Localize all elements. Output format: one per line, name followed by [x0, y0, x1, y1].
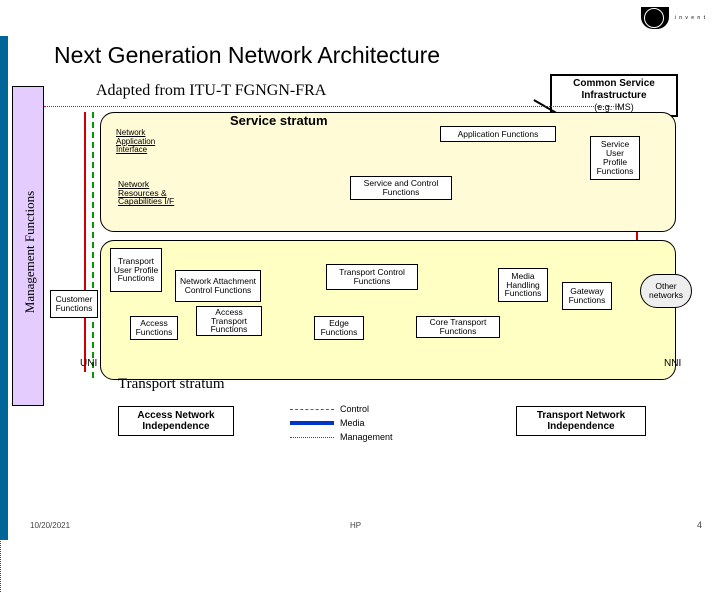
nai-rest: Application Interface [116, 137, 155, 154]
transport-network-independence-box: Transport Network Independence [516, 406, 646, 436]
legend-mgmt-label: Management [340, 432, 393, 442]
edge-functions-box: Edge Functions [314, 316, 364, 340]
left-accent-bar [0, 36, 8, 540]
service-control-functions-box: Service and Control Functions [350, 176, 452, 200]
network-application-interface-box: NetworkApplication Interface [114, 124, 170, 160]
mgmt-interface-line-top [44, 106, 620, 107]
slide-title: Next Generation Network Architecture [54, 42, 440, 69]
core-transport-functions-box: Core Transport Functions [416, 316, 500, 338]
legend-mgmt-line-icon [290, 437, 334, 438]
transport-stratum-title: Transport stratum [118, 376, 225, 393]
legend-media-label: Media [340, 418, 365, 428]
hp-invent-label: i n v e n t [675, 15, 706, 21]
legend: Control Media Management [290, 402, 393, 444]
transport-control-functions-box: Transport Control Functions [326, 264, 418, 290]
transport-user-profile-functions-box: Transport User Profile Functions [110, 248, 162, 292]
uni-label: UNI [80, 358, 97, 369]
csi-line1: Common Service Infrastructure [556, 78, 672, 102]
footer-date: 10/20/2021 [30, 521, 70, 530]
uni-line [84, 112, 86, 372]
slide-subtitle: Adapted from ITU-T FGNGN-FRA [96, 82, 326, 100]
control-interface-line [92, 112, 94, 378]
common-service-infrastructure-callout: Common Service Infrastructure (e.g. IMS) [550, 74, 678, 117]
network-resources-capabilities-box: NetworkResources & Capabilities I/F [116, 176, 188, 210]
top-bar: i n v e n t [0, 0, 720, 36]
legend-control-line-icon [290, 409, 334, 410]
footer-page-number: 4 [697, 520, 702, 530]
network-attachment-control-functions-box: Network Attachment Control Functions [175, 270, 261, 302]
media-handling-functions-box: Media Handling Functions [498, 268, 548, 302]
legend-media-line-icon [290, 421, 334, 425]
nni-label: NNI [664, 358, 681, 369]
gateway-functions-box: Gateway Functions [562, 282, 612, 310]
legend-control-label: Control [340, 404, 369, 414]
application-functions-box: Application Functions [440, 126, 556, 142]
service-stratum-title: Service stratum [230, 113, 328, 128]
nrc-rest: Resources & Capabilities I/F [118, 188, 174, 207]
management-functions-label: Management Functions [22, 162, 38, 342]
access-transport-functions-box: Access Transport Functions [196, 306, 262, 336]
hp-logo-icon [641, 7, 669, 29]
access-network-independence-box: Access Network Independence [118, 406, 234, 436]
access-functions-box: Access Functions [130, 316, 178, 340]
customer-functions-box: Customer Functions [50, 290, 98, 318]
transport-stratum-container [100, 240, 676, 380]
service-user-profile-functions-box: Service User Profile Functions [590, 136, 640, 180]
footer-center: HP [350, 521, 361, 530]
other-networks-cloud: Other networks [640, 274, 692, 308]
